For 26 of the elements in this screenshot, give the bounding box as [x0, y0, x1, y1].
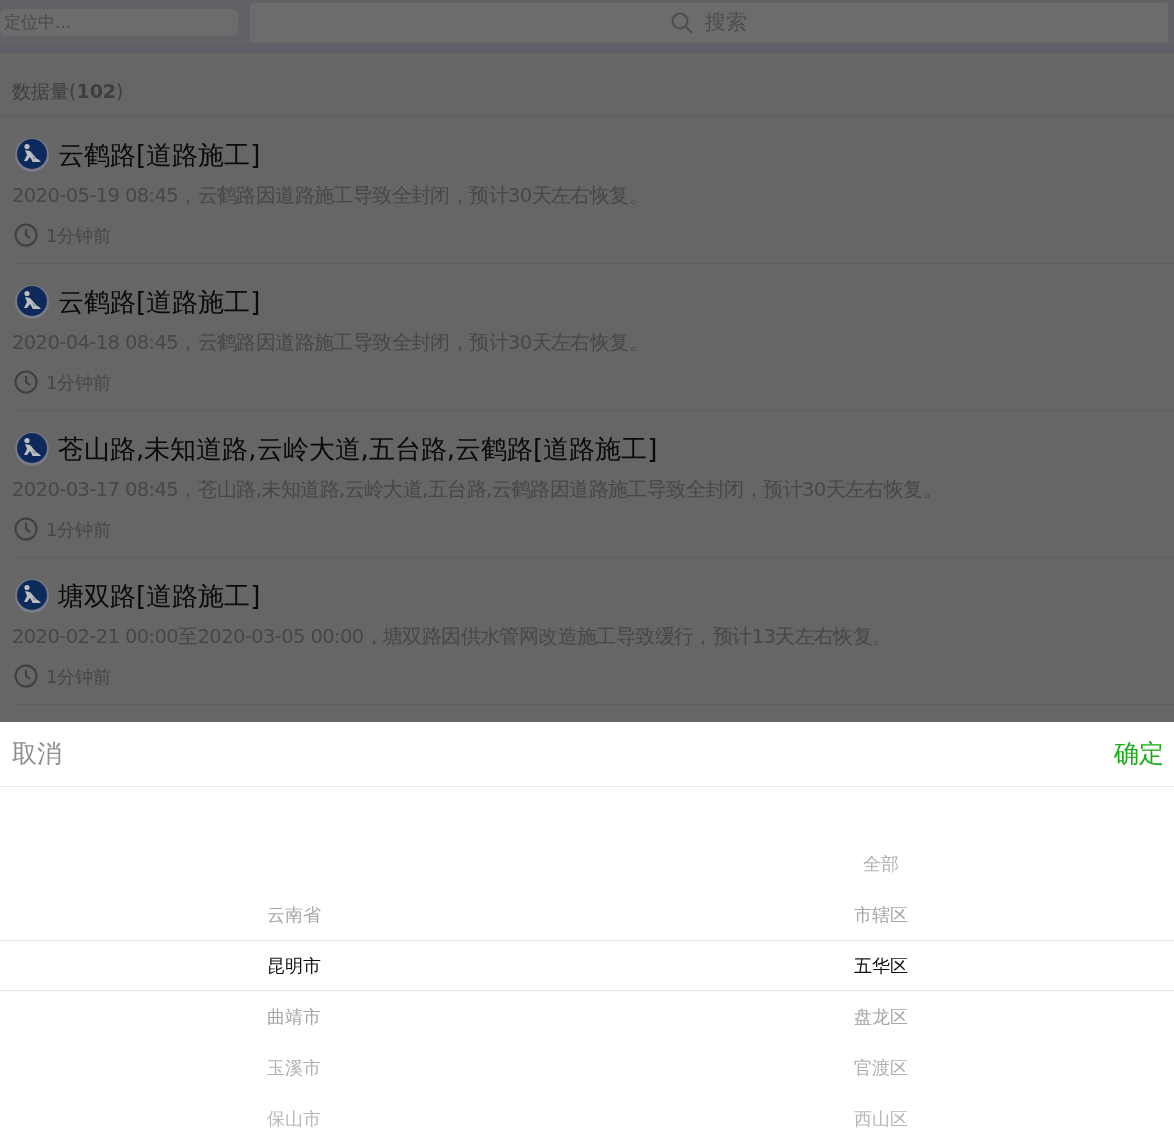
cancel-button[interactable]: 取消	[12, 735, 62, 773]
picker-option[interactable]: 云南省	[266, 889, 321, 940]
picker-option[interactable]: 全部	[862, 838, 899, 889]
picker-option[interactable]: 西山区	[853, 1093, 908, 1129]
worker-icon	[14, 430, 50, 467]
picker-option[interactable]: 昆明市	[266, 940, 321, 991]
picker-option[interactable]: 官渡区	[853, 1042, 908, 1093]
worker-icon	[14, 283, 50, 320]
event-title[interactable]: 苍山路,未知道路,云岭大道,五台路,云鹤路[道路施工]	[58, 431, 658, 466]
event-title[interactable]: 云鹤路[道路施工]	[58, 284, 261, 319]
worker-icon	[14, 136, 50, 173]
event-title[interactable]: 云鹤路[道路施工]	[58, 137, 261, 172]
clock-icon	[14, 223, 38, 248]
clock-icon	[14, 664, 38, 689]
worker-icon	[14, 577, 50, 614]
picker-option[interactable]: 市辖区	[853, 889, 908, 940]
clock-icon	[14, 517, 38, 542]
picker-option[interactable]: 保山市	[266, 1093, 321, 1129]
picker-option[interactable]: 五华区	[853, 940, 908, 991]
search-icon	[671, 11, 693, 34]
picker-option[interactable]: 盘龙区	[853, 991, 908, 1042]
picker-option[interactable]: 曲靖市	[266, 991, 321, 1042]
confirm-button[interactable]: 确定	[1114, 735, 1164, 773]
event-title[interactable]: 塘双路[道路施工]	[58, 578, 261, 613]
clock-icon	[14, 370, 38, 395]
picker-option[interactable]: 玉溪市	[266, 1042, 321, 1093]
